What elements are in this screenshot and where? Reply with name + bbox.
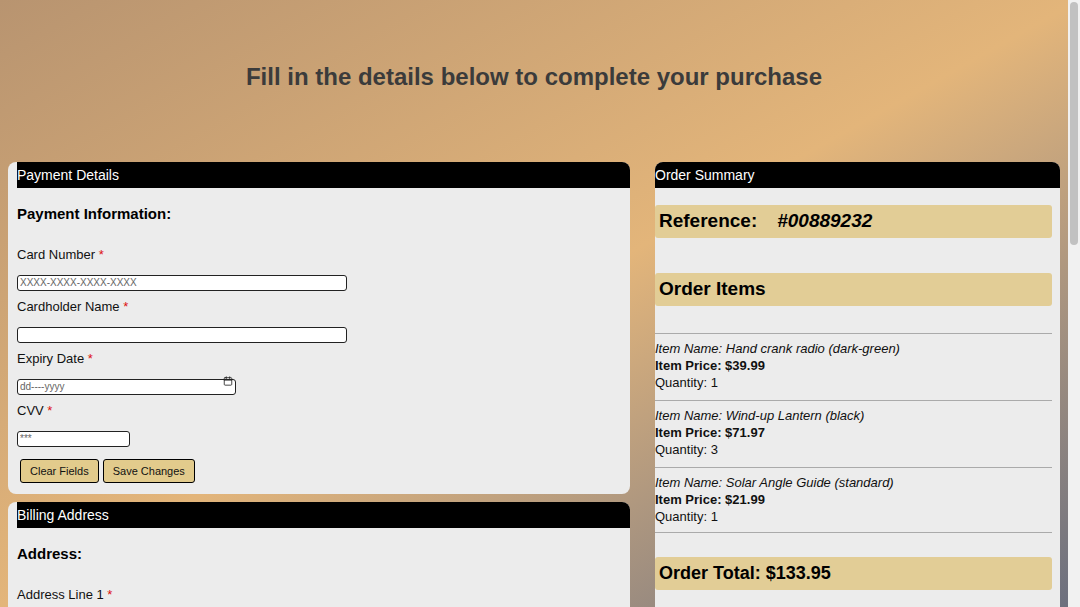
order-item: Item Name: Solar Angle Guide (standard)I… xyxy=(655,467,1052,530)
payment-card: Payment Details Payment Information: Card … xyxy=(8,162,630,494)
order-item: Item Name: Wind-up Lantern (black)Item P… xyxy=(655,400,1052,463)
scrollbar[interactable] xyxy=(1068,0,1080,607)
item-name: Item Name: Wind-up Lantern (black) xyxy=(655,407,1052,424)
form-field: Card Number * xyxy=(17,246,630,293)
item-price: Item Price: $39.99 xyxy=(655,357,1052,374)
reference-box: Reference: #00889232 xyxy=(655,205,1052,238)
form-button[interactable]: Save Changes xyxy=(103,459,195,483)
page: Fill in the details below to complete yo… xyxy=(0,0,1080,607)
items-title-box: Order Items xyxy=(655,273,1052,306)
page-heading: Fill in the details below to complete yo… xyxy=(246,60,822,162)
item-price: Item Price: $71.97 xyxy=(655,424,1052,441)
order-items: Item Name: Hand crank radio (dark-green)… xyxy=(655,333,1052,533)
required-mark: * xyxy=(107,587,112,602)
hero: Fill in the details below to complete yo… xyxy=(0,0,1068,162)
form-field: CVV * xyxy=(17,402,630,449)
billing-card: Billing Address Address: Address Line 1 * xyxy=(8,502,630,607)
reference-label: Reference: xyxy=(659,207,757,236)
content: Fill in the details below to complete yo… xyxy=(0,0,1068,607)
form-button[interactable]: Clear Fields xyxy=(20,459,99,483)
item-quantity: Quantity: 3 xyxy=(655,441,1052,458)
form-field: Cardholder Name * xyxy=(17,298,630,345)
section-title: Address: xyxy=(17,544,630,564)
order-total-box: Order Total: $133.95 xyxy=(655,557,1052,590)
reference-number: #00889232 xyxy=(777,207,872,236)
required-mark: * xyxy=(123,299,128,314)
required-mark: * xyxy=(99,247,104,262)
required-mark: * xyxy=(47,403,52,418)
field-label: Address Line 1 * xyxy=(17,586,630,604)
item-quantity: Quantity: 1 xyxy=(655,374,1052,391)
item-quantity: Quantity: 1 xyxy=(655,508,1052,525)
item-name: Item Name: Hand crank radio (dark-green) xyxy=(655,340,1052,357)
item-name: Item Name: Solar Angle Guide (standard) xyxy=(655,474,1052,491)
field-label: Expiry Date * xyxy=(17,350,630,368)
order-item: Item Name: Hand crank radio (dark-green)… xyxy=(655,333,1052,396)
order-summary-card: Order Summary Reference: #00889232 Order It… xyxy=(655,162,1060,607)
card-header: Billing Address xyxy=(17,502,630,528)
text-input[interactable] xyxy=(17,327,347,343)
calendar-icon[interactable] xyxy=(223,376,233,386)
card-header: Payment Details xyxy=(17,162,630,188)
text-input[interactable] xyxy=(17,431,130,447)
form-field: Address Line 1 * xyxy=(17,586,630,607)
field-label: Cardholder Name * xyxy=(17,298,630,316)
item-price: Item Price: $21.99 xyxy=(655,491,1052,508)
scrollbar-thumb[interactable] xyxy=(1070,2,1078,245)
card-header: Order Summary xyxy=(655,162,1060,188)
required-mark: * xyxy=(88,351,93,366)
date-input[interactable] xyxy=(17,379,236,395)
field-label: CVV * xyxy=(17,402,630,420)
field-label: Card Number * xyxy=(17,246,630,264)
form-field: Expiry Date * xyxy=(17,350,630,397)
text-input[interactable] xyxy=(17,275,347,291)
section-title: Payment Information: xyxy=(17,204,630,224)
